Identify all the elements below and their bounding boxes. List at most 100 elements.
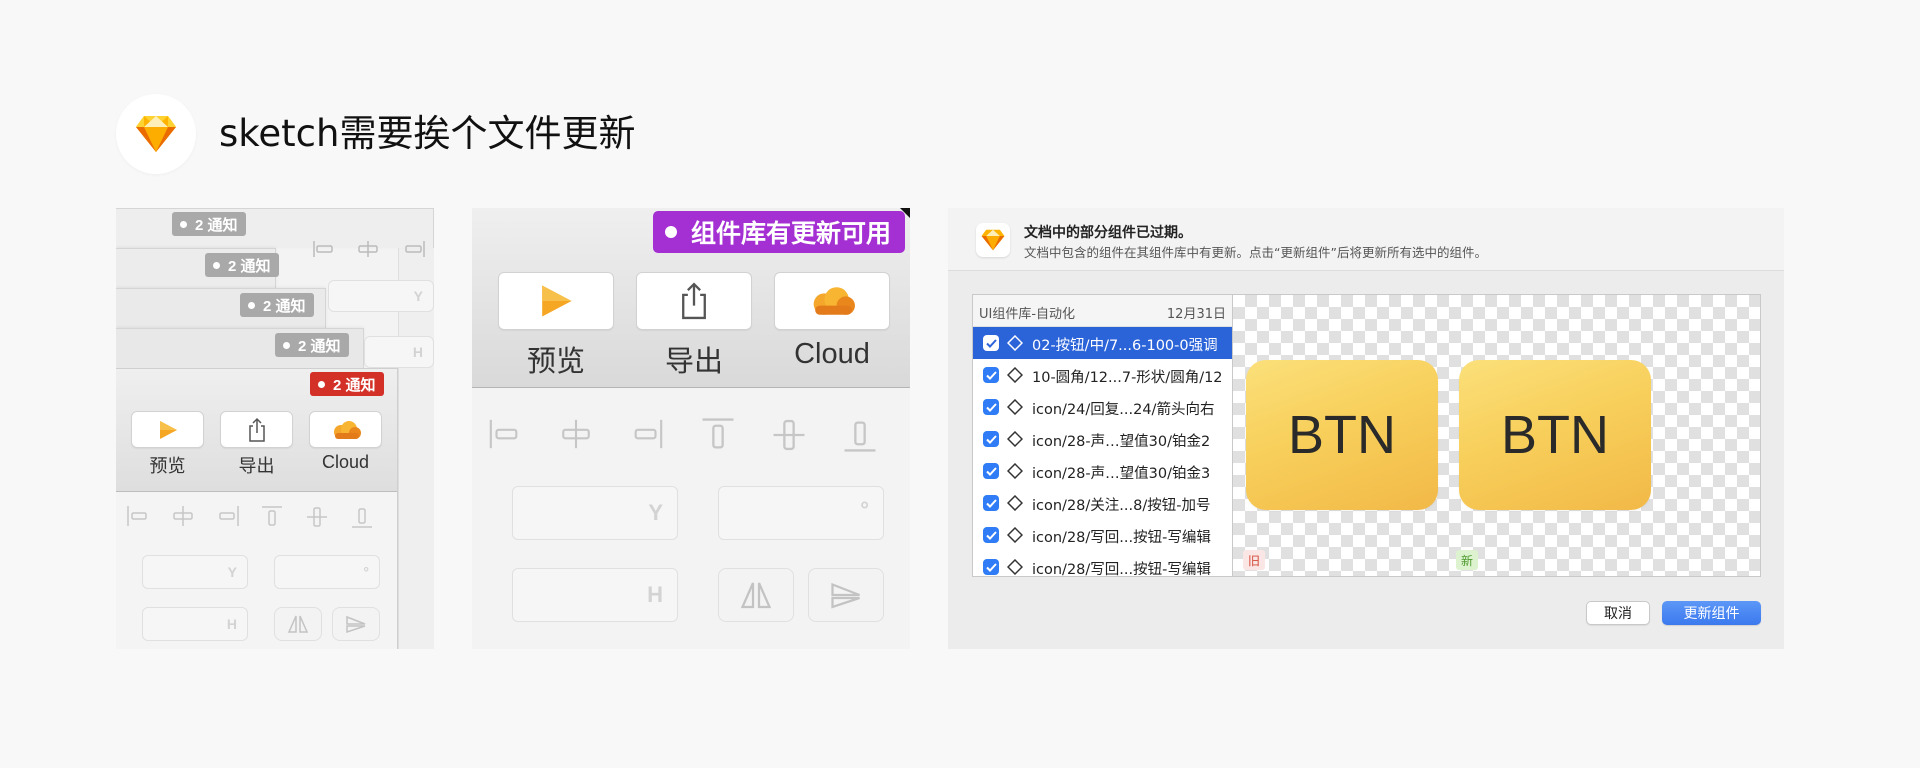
component-row[interactable]: 02-按钮/中/7...6-100-0强调 (973, 327, 1232, 359)
component-name: icon/28-声…望值30/铂金2 (1032, 434, 1211, 450)
component-name: icon/28/写回...按钮-写编辑 (1032, 530, 1211, 546)
sketch-app-icon (976, 223, 1010, 257)
cloud-label: Cloud (794, 338, 870, 370)
cloud-icon (813, 287, 855, 315)
component-name: icon/28/写回...按钮-写编辑 (1032, 562, 1211, 577)
align-right-icon[interactable] (630, 416, 664, 452)
symbol-diamond-icon (1007, 367, 1023, 383)
cloud-icon (333, 420, 361, 439)
align-top-icon[interactable] (701, 416, 735, 454)
rotation-field[interactable]: ° (718, 486, 884, 540)
cloud-button[interactable] (309, 411, 382, 448)
notification-badge[interactable]: 2 通知 (172, 212, 246, 236)
component-row[interactable]: icon/28-声…望值30/铂金3 (973, 455, 1232, 487)
toolbar: 组件库有更新可用 预览 导出 Cloud (472, 208, 910, 388)
y-field-background: Y (328, 280, 434, 312)
sketch-logo (116, 94, 196, 174)
h-field-background: H (364, 336, 434, 368)
symbol-diamond-icon (1007, 431, 1023, 447)
align-horizontal-center-icon[interactable] (171, 505, 195, 527)
component-name: icon/28/关注...8/按钮-加号 (1032, 498, 1211, 514)
align-top-icon[interactable] (261, 505, 283, 529)
badge-label: 2 通知 (298, 337, 341, 355)
notification-badge-active[interactable]: 2 通知 (310, 372, 384, 396)
align-vertical-center-icon[interactable] (306, 505, 328, 529)
component-row[interactable]: icon/28-声…望值30/铂金2 (973, 423, 1232, 455)
checkbox[interactable] (983, 559, 999, 575)
flip-horizontal-button[interactable] (274, 607, 322, 641)
component-name: 10-圆角/12...7-形状/圆角/12 (1032, 370, 1223, 386)
badge-label: 组件库有更新可用 (690, 219, 891, 248)
flip-horizontal-icon (287, 615, 309, 633)
align-bottom-icon[interactable] (351, 505, 373, 529)
symbol-diamond-icon (1007, 527, 1023, 543)
flip-vertical-button[interactable] (332, 607, 380, 641)
cloud-button[interactable] (774, 272, 890, 330)
checkbox[interactable] (983, 463, 999, 479)
library-update-badge[interactable]: 组件库有更新可用 (652, 211, 905, 253)
notification-window-1: 2 通知 (116, 208, 434, 248)
y-field[interactable]: Y (512, 486, 678, 540)
share-icon (248, 417, 265, 442)
checkbox[interactable] (983, 431, 999, 447)
flip-horizontal-button[interactable] (718, 568, 794, 622)
h-field[interactable]: H (512, 568, 678, 622)
front-window: 2 通知 预览 导出 Cloud Y ° H (116, 368, 398, 649)
share-icon (682, 282, 706, 320)
symbol-diamond-icon (1007, 495, 1023, 511)
old-button-preview: BTN (1246, 360, 1438, 510)
new-tag: 新 (1456, 550, 1478, 570)
align-horizontal-center-icon[interactable] (559, 416, 593, 452)
component-row[interactable]: icon/28/关注...8/按钮-加号 (973, 487, 1232, 519)
badge-label: 2 通知 (195, 216, 238, 234)
update-components-button[interactable]: 更新组件 (1662, 601, 1761, 625)
align-vertical-center-icon[interactable] (772, 416, 806, 454)
flip-vertical-icon (346, 615, 366, 634)
sketch-diamond-icon (136, 116, 176, 152)
align-center-icon (358, 241, 378, 257)
symbol-diamond-icon (1007, 335, 1023, 351)
page-title: sketch需要挨个文件更新 (219, 112, 636, 155)
component-row[interactable]: icon/24/回复...24/箭头向右 (973, 391, 1232, 423)
rotation-field[interactable]: ° (274, 555, 380, 589)
component-row[interactable]: icon/28/写回...按钮-写编辑 (973, 519, 1232, 551)
flip-horizontal-icon (740, 582, 772, 609)
align-right-icon[interactable] (216, 505, 240, 527)
sketch-diamond-icon (981, 229, 1005, 251)
component-list: UI组件库-自动化 12月31日 02-按钮/中/7...6-100-0强调 10… (972, 294, 1233, 577)
align-left-icon (313, 241, 333, 257)
notification-badge[interactable]: 2 通知 (205, 253, 279, 277)
checkmark-icon (985, 562, 997, 572)
checkbox[interactable] (983, 335, 999, 351)
flip-vertical-button[interactable] (808, 568, 884, 622)
align-left-icon[interactable] (488, 416, 522, 452)
align-bottom-icon[interactable] (843, 416, 877, 454)
notification-window-2: 2 通知 (116, 248, 279, 288)
h-field[interactable]: H (142, 607, 248, 641)
export-button[interactable] (220, 411, 293, 448)
notification-badge[interactable]: 2 通知 (275, 333, 349, 357)
notification-badge[interactable]: 2 通知 (240, 293, 314, 317)
checkbox[interactable] (983, 527, 999, 543)
checkbox[interactable] (983, 367, 999, 383)
checkmark-icon (985, 434, 997, 444)
library-header: UI组件库-自动化 12月31日 (973, 295, 1232, 327)
symbol-diamond-icon (1007, 399, 1023, 415)
component-row[interactable]: 10-圆角/12...7-形状/圆角/12 (973, 359, 1232, 391)
checkbox[interactable] (983, 495, 999, 511)
y-field[interactable]: Y (142, 555, 248, 589)
play-icon (542, 285, 572, 317)
align-left-icon[interactable] (126, 505, 150, 527)
export-button[interactable] (636, 272, 752, 330)
preview-label: 预览 (526, 346, 585, 378)
cancel-button[interactable]: 取消 (1586, 601, 1650, 625)
preview-button[interactable] (131, 411, 204, 448)
checkbox[interactable] (983, 399, 999, 415)
component-name: icon/28-声…望值30/铂金3 (1032, 466, 1211, 482)
new-button-preview: BTN (1459, 360, 1651, 510)
old-tag: 旧 (1243, 550, 1265, 570)
component-row[interactable]: icon/28/写回...按钮-写编辑 (973, 551, 1232, 577)
zoomed-toolbar-panel: 组件库有更新可用 预览 导出 Cloud Y ° H (472, 208, 910, 649)
export-label: 导出 (664, 346, 723, 378)
preview-button[interactable] (498, 272, 614, 330)
